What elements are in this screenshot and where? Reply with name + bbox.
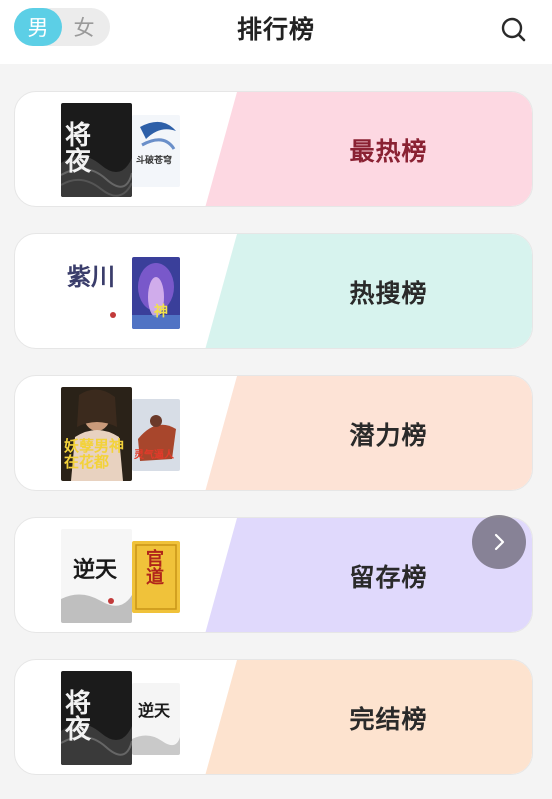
- cover-title: 官道: [146, 549, 164, 588]
- book-cover-front: 紫川: [61, 245, 132, 339]
- cover-title: 逆天: [138, 701, 171, 720]
- cover-title: 神: [154, 304, 168, 320]
- book-cover-front: 妖孽男神在花都: [61, 387, 132, 481]
- book-cover-front: 将夜: [61, 671, 132, 765]
- rank-label: 完结榜: [349, 705, 428, 734]
- rank-label: 最热榜: [349, 137, 428, 166]
- page-title: 排行榜: [236, 15, 315, 44]
- search-button[interactable]: [496, 12, 532, 48]
- rank-card-retention[interactable]: 逆天 官道 留存榜: [14, 517, 533, 633]
- rank-card-hot[interactable]: 将夜 斗破苍穹 最热榜: [14, 91, 533, 207]
- book-cover-back: 官道: [132, 541, 180, 613]
- book-cover-back: 灵气逼人: [132, 399, 180, 471]
- book-cover-back: 神: [132, 257, 180, 329]
- rank-label: 热搜榜: [349, 279, 428, 308]
- rank-card-complete[interactable]: 将夜 逆天 完结榜: [14, 659, 533, 775]
- cover-title: 将夜: [65, 121, 92, 177]
- book-cover-back: 逆天: [132, 683, 180, 755]
- book-cover-front: 逆天: [61, 529, 132, 623]
- cover-title: 紫川: [67, 262, 115, 291]
- chevron-right-icon: [494, 533, 505, 551]
- rank-label: 潜力榜: [349, 421, 428, 450]
- rank-card-potential[interactable]: 妖孽男神在花都 灵气逼人 潜力榜: [14, 375, 533, 491]
- search-icon: [501, 17, 526, 42]
- next-page-button[interactable]: [472, 515, 526, 569]
- header: 男 女 排行榜: [0, 0, 552, 64]
- rank-card-search[interactable]: 紫川 神 热搜榜: [14, 233, 533, 349]
- cover-title: 妖孽男神在花都: [64, 437, 125, 471]
- cover-title: 斗破苍穹: [136, 156, 173, 166]
- book-cover-front: 将夜: [61, 103, 132, 197]
- book-cover-back: 斗破苍穹: [132, 115, 180, 187]
- cover-title: 逆天: [73, 557, 118, 583]
- cover-title: 将夜: [65, 689, 92, 745]
- cover-title: 灵气逼人: [134, 450, 174, 461]
